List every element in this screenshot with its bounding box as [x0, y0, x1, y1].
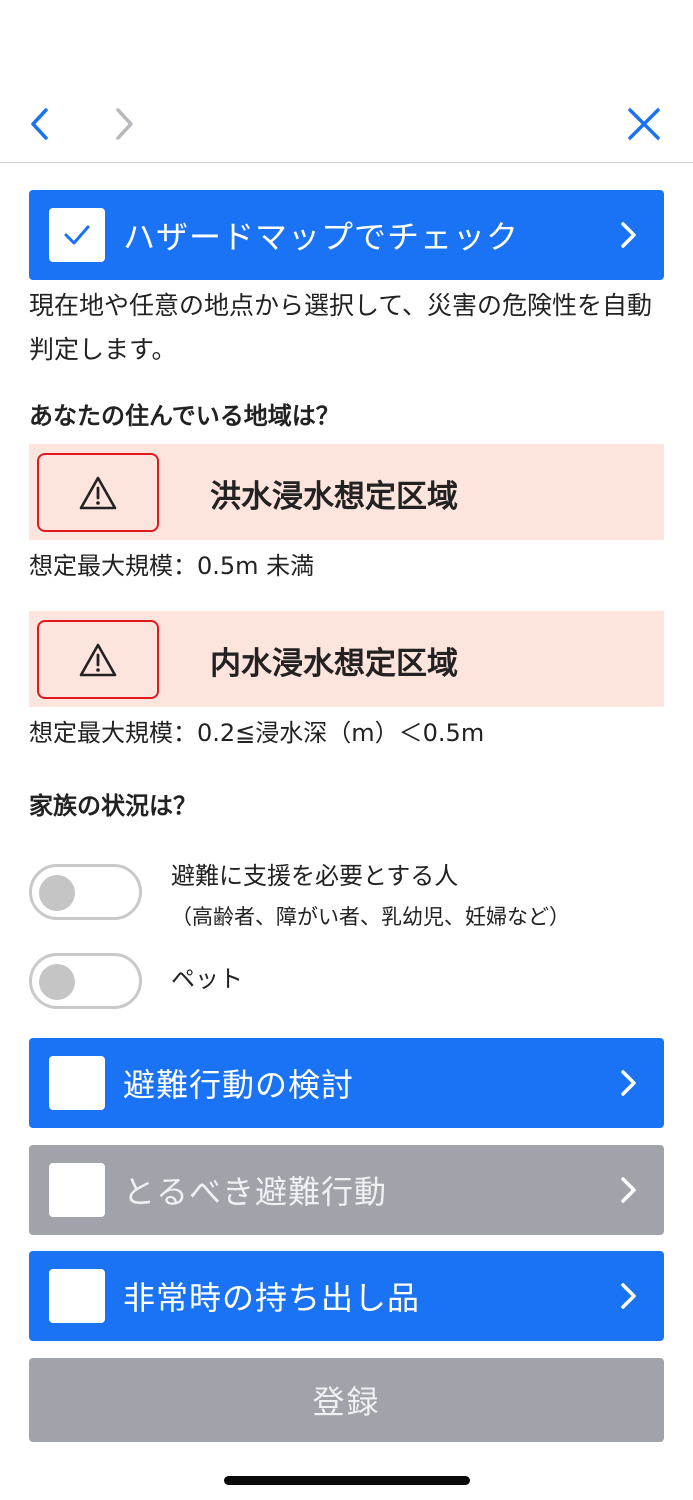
evacuation-consideration-button[interactable]: 避難行動の検討	[29, 1038, 664, 1128]
back-button[interactable]	[16, 100, 64, 148]
forward-button[interactable]	[100, 100, 148, 148]
hazard-check-label: ハザードマップでチェック	[123, 218, 520, 256]
step-label: 避難行動の検討	[123, 1066, 355, 1104]
zone-name: 内水浸水想定区域	[210, 646, 458, 682]
home-indicator	[224, 1476, 470, 1485]
hazard-check-description: 現在地や任意の地点から選択して、災害の危険性を自動判定します。	[29, 291, 653, 364]
toggle-knob	[39, 964, 75, 1000]
zone-scale: 想定最大規模：0.2≦浸水深（m）＜0.5m	[29, 719, 485, 747]
chevron-right-icon	[614, 1176, 642, 1204]
chevron-right-icon	[614, 1069, 642, 1097]
hazard-check-checkbox	[49, 208, 105, 262]
hazard-map-check-button[interactable]: ハザードマップでチェック	[29, 190, 664, 280]
toggle-knob	[39, 875, 75, 911]
zone-name: 洪水浸水想定区域	[210, 479, 458, 515]
register-button[interactable]: 登録	[29, 1358, 664, 1442]
step-label: 非常時の持ち出し品	[123, 1279, 421, 1317]
support-needed-toggle[interactable]	[29, 864, 142, 920]
step-checkbox	[49, 1163, 105, 1217]
support-needed-sublabel: （高齢者、障がい者、乳幼児、妊婦など）	[171, 905, 570, 929]
warning-icon	[79, 476, 117, 509]
zone-card-inland-flood: 内水浸水想定区域	[29, 611, 664, 707]
pet-toggle[interactable]	[29, 953, 142, 1009]
zone-card-flood: 洪水浸水想定区域	[29, 444, 664, 540]
chevron-left-icon	[31, 108, 48, 140]
step-checkbox	[49, 1056, 105, 1110]
navigation-bar	[0, 0, 693, 163]
step-checkbox	[49, 1269, 105, 1323]
chevron-right-icon	[116, 108, 133, 140]
close-button[interactable]	[620, 100, 668, 148]
family-question: 家族の状況は？	[29, 792, 197, 820]
support-needed-label: 避難に支援を必要とする人	[171, 862, 459, 890]
evacuation-action-button[interactable]: とるべき避難行動	[29, 1145, 664, 1235]
pet-label: ペット	[171, 965, 243, 993]
zone-scale: 想定最大規模：0.5m 未満	[29, 552, 315, 580]
zone-warning-box	[37, 620, 159, 699]
area-question: あなたの住んでいる地域は？	[29, 402, 340, 430]
chevron-right-icon	[614, 1282, 642, 1310]
warning-icon	[79, 643, 117, 676]
close-icon	[628, 108, 660, 140]
zone-warning-box	[37, 453, 159, 532]
step-label: とるべき避難行動	[123, 1173, 388, 1211]
chevron-right-icon	[614, 221, 642, 249]
emergency-supplies-button[interactable]: 非常時の持ち出し品	[29, 1251, 664, 1341]
checkmark-icon	[64, 225, 90, 245]
